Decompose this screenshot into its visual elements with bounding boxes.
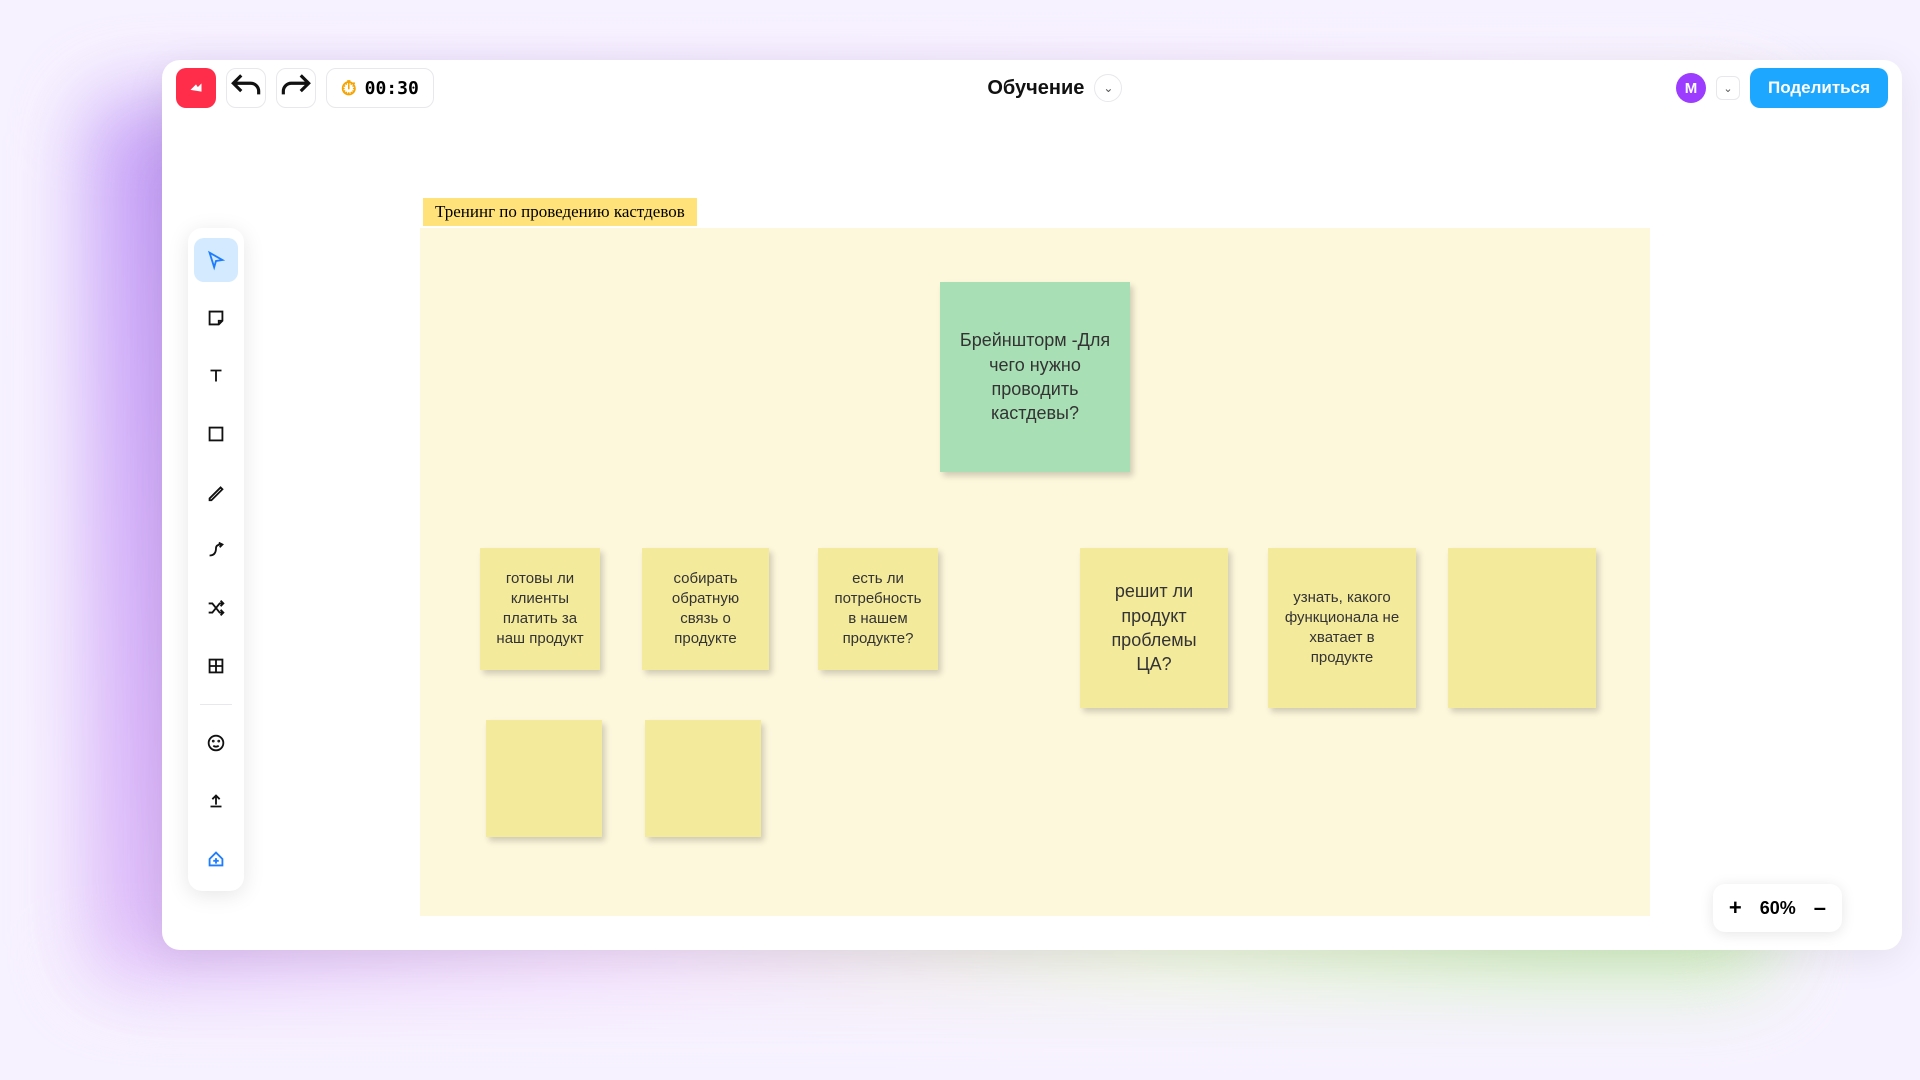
chevron-down-icon: ⌄: [1103, 81, 1113, 95]
board-title-dropdown[interactable]: ⌄: [1094, 74, 1122, 102]
chevron-down-icon: ⌄: [1723, 82, 1732, 95]
canvas[interactable]: Тренинг по проведению кастдевов Брейншто…: [162, 116, 1902, 950]
sticky-note[interactable]: [1448, 548, 1596, 708]
sticky-text: узнать, какого функционала не хватает в …: [1280, 588, 1404, 669]
frame-label[interactable]: Тренинг по проведению кастдевов: [423, 198, 697, 226]
sticky-note[interactable]: [645, 720, 761, 837]
sticky-note[interactable]: есть ли потребность в нашем продукте?: [818, 548, 938, 670]
timer-button[interactable]: ⏱ 00:30: [326, 68, 434, 108]
app-window: ⏱ 00:30 Обучение ⌄ M ⌄ Поделиться: [162, 60, 1902, 950]
redo-button[interactable]: [276, 68, 316, 108]
sticky-text: решит ли продукт проблемы ЦА?: [1092, 579, 1216, 676]
stopwatch-icon: ⏱: [341, 76, 357, 100]
zoom-in-button[interactable]: +: [1729, 895, 1742, 921]
avatar-dropdown[interactable]: ⌄: [1716, 76, 1740, 100]
share-button[interactable]: Поделиться: [1750, 68, 1888, 108]
avatar-initial: M: [1685, 80, 1698, 97]
zoom-level[interactable]: 60%: [1760, 898, 1796, 919]
sticky-note[interactable]: решит ли продукт проблемы ЦА?: [1080, 548, 1228, 708]
zoom-control: + 60% –: [1713, 884, 1842, 932]
zoom-out-button[interactable]: –: [1814, 895, 1826, 921]
sticky-note[interactable]: готовы ли клиенты платить за наш продукт: [480, 548, 600, 670]
topbar: ⏱ 00:30 Обучение ⌄ M ⌄ Поделиться: [162, 60, 1902, 116]
redo-icon: [277, 69, 315, 107]
undo-icon: [227, 69, 265, 107]
avatar[interactable]: M: [1676, 73, 1706, 103]
app-logo[interactable]: [176, 68, 216, 108]
sticky-note[interactable]: собирать обратную связь о продукте: [642, 548, 769, 670]
sticky-text: Брейншторм -Для чего нужно проводить кас…: [952, 328, 1118, 425]
sticky-text: собирать обратную связь о продукте: [654, 569, 757, 650]
sticky-note[interactable]: узнать, какого функционала не хватает в …: [1268, 548, 1416, 708]
board-title[interactable]: Обучение: [987, 77, 1084, 100]
sticky-text: есть ли потребность в нашем продукте?: [830, 569, 926, 650]
sticky-note[interactable]: [486, 720, 602, 837]
logo-icon: [185, 77, 207, 99]
board-title-group: Обучение ⌄: [444, 74, 1666, 102]
frame-area[interactable]: Брейншторм -Для чего нужно проводить кас…: [420, 228, 1650, 916]
undo-button[interactable]: [226, 68, 266, 108]
timer-value: 00:30: [365, 78, 419, 99]
sticky-text: готовы ли клиенты платить за наш продукт: [492, 569, 588, 650]
sticky-main[interactable]: Брейншторм -Для чего нужно проводить кас…: [940, 282, 1130, 472]
